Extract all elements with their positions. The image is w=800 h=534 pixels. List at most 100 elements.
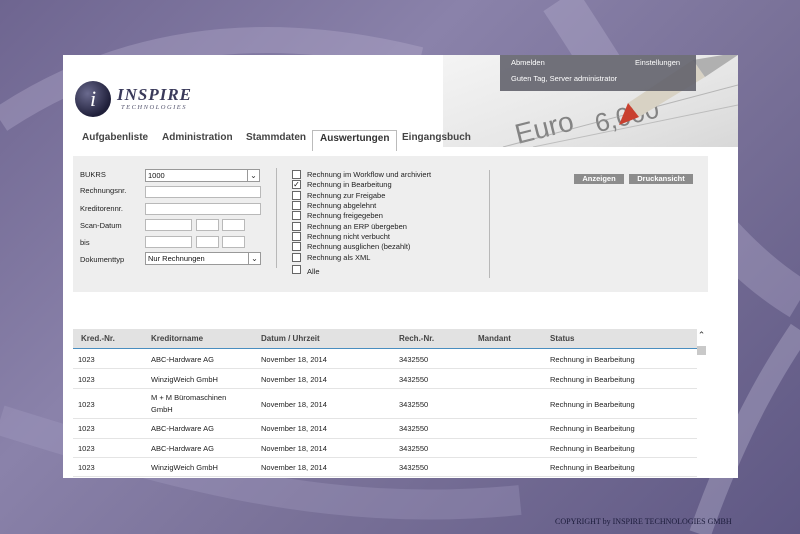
filter-panel: BUKRS 1000 ⌄ Rechnungsnr. Kreditorennr. … xyxy=(73,156,708,292)
chevron-down-icon: ⌄ xyxy=(247,170,259,181)
druckansicht-button[interactable]: Druckansicht xyxy=(629,174,693,184)
logo-mark-icon: i xyxy=(75,81,111,117)
bis-year-input[interactable] xyxy=(222,236,245,248)
logo-name: INSPIRE xyxy=(117,85,193,104)
cell-status: Rechnung in Bearbeitung xyxy=(550,463,635,472)
tab-aufgabenliste[interactable]: Aufgabenliste xyxy=(75,130,155,150)
dokumenttyp-value: Nur Rechnungen xyxy=(148,254,205,263)
table-row[interactable]: 1023 ABC-Hardware AG November 18, 2014 3… xyxy=(73,419,697,439)
cell-kreditorname: ABC-Hardware AG xyxy=(151,444,214,453)
greeting-text: Guten Tag, Server administrator xyxy=(511,74,618,83)
bukrs-select[interactable]: 1000 ⌄ xyxy=(145,169,260,182)
checkbox[interactable] xyxy=(292,211,301,220)
table-scrollbar[interactable]: ⌃ xyxy=(696,329,707,478)
scan-datum-label: Scan-Datum xyxy=(80,221,122,230)
checkbox[interactable] xyxy=(292,222,301,231)
checkbox[interactable] xyxy=(292,201,301,210)
table-row[interactable]: 1023 WinzigWeich GmbH November 18, 2014 … xyxy=(73,458,697,477)
checkbox[interactable] xyxy=(292,265,301,274)
checkbox[interactable] xyxy=(292,170,301,179)
column-header-status[interactable]: Status xyxy=(550,334,574,343)
cell-datum: November 18, 2014 xyxy=(261,444,327,453)
cell-datum: November 18, 2014 xyxy=(261,400,327,409)
rechnungsnr-input[interactable] xyxy=(145,186,261,198)
checkbox[interactable] xyxy=(292,242,301,251)
dokumenttyp-select[interactable]: Nur Rechnungen ⌄ xyxy=(145,252,261,265)
table-row[interactable]: 1023 ABC-Hardware AG November 18, 2014 3… xyxy=(73,439,697,458)
scrollbar-thumb[interactable] xyxy=(697,346,706,355)
cell-status: Rechnung in Bearbeitung xyxy=(550,355,635,364)
app-window: Euro 6,000 i INSPIRE TECHNOLOGIES Abmeld… xyxy=(63,55,738,478)
cell-kreditorname: ABC-Hardware AG xyxy=(151,424,214,433)
anzeigen-button[interactable]: Anzeigen xyxy=(574,174,624,184)
cell-rech-nr: 3432550 xyxy=(399,444,429,453)
checkbox[interactable] xyxy=(292,253,301,262)
scan-datum-month-input[interactable] xyxy=(196,219,219,231)
column-header-datum[interactable]: Datum / Uhrzeit xyxy=(261,334,320,343)
checkbox-label: Rechnung im Workflow und archiviert xyxy=(307,170,432,179)
checkbox-label: Rechnung an ERP übergeben xyxy=(307,222,407,231)
kreditorennr-input[interactable] xyxy=(145,203,261,215)
cell-kreditorname: WinzigWeich GmbH xyxy=(151,463,218,472)
checkbox[interactable] xyxy=(292,232,301,241)
bukrs-value: 1000 xyxy=(148,171,165,180)
checkbox-label: Rechnung zur Freigabe xyxy=(307,191,386,200)
column-header-kreditorname[interactable]: Kreditorname xyxy=(151,334,203,343)
bis-day-input[interactable] xyxy=(145,236,192,248)
tab-administration[interactable]: Administration xyxy=(155,130,240,150)
table-row[interactable]: 1023 ABC-Hardware AG November 18, 2014 3… xyxy=(73,350,697,369)
tab-auswertungen[interactable]: Auswertungen xyxy=(312,130,398,151)
cell-status: Rechnung in Bearbeitung xyxy=(550,400,635,409)
photo-glyph-euro: Euro xyxy=(512,105,577,147)
tab-stammdaten[interactable]: Stammdaten xyxy=(239,130,313,150)
checkbox[interactable] xyxy=(292,191,301,200)
cell-kred-nr: 1023 xyxy=(78,424,95,433)
cell-kreditorname: M + M Büromaschinen xyxy=(151,393,227,402)
logo-subtitle: TECHNOLOGIES xyxy=(121,104,188,111)
cell-rech-nr: 3432550 xyxy=(399,463,429,472)
cell-kreditorname: ABC-Hardware AG xyxy=(151,355,214,364)
column-header-mandant[interactable]: Mandant xyxy=(478,334,511,343)
logout-link[interactable]: Abmelden xyxy=(511,58,545,67)
cell-kreditorname: WinzigWeich GmbH xyxy=(151,375,218,384)
column-header-kred-nr[interactable]: Kred.-Nr. xyxy=(81,334,115,343)
cell-kred-nr: 1023 xyxy=(78,375,95,384)
cell-kreditorname-line2: GmbH xyxy=(151,405,173,414)
cell-status: Rechnung in Bearbeitung xyxy=(550,375,635,384)
checkbox-label: Rechnung abgelehnt xyxy=(307,201,377,210)
cell-kred-nr: 1023 xyxy=(78,400,95,409)
cell-datum: November 18, 2014 xyxy=(261,424,327,433)
cell-datum: November 18, 2014 xyxy=(261,463,327,472)
chevron-up-icon[interactable]: ⌃ xyxy=(696,329,707,341)
dokumenttyp-label: Dokumenttyp xyxy=(80,255,125,264)
cell-status: Rechnung in Bearbeitung xyxy=(550,444,635,453)
cell-kred-nr: 1023 xyxy=(78,444,95,453)
cell-kred-nr: 1023 xyxy=(78,355,95,364)
bis-label: bis xyxy=(80,238,90,247)
checkbox-label: Alle xyxy=(307,267,320,276)
cell-rech-nr: 3432550 xyxy=(399,424,429,433)
cell-datum: November 18, 2014 xyxy=(261,375,327,384)
copyright-text: COPYRIGHT by INSPIRE TECHNOLOGIES GMBH xyxy=(555,517,732,526)
checkbox-label: Rechnung ausglichen (bezahlt) xyxy=(307,242,411,251)
settings-link[interactable]: Einstellungen xyxy=(635,58,680,67)
table-row[interactable]: 1023 M + M Büromaschinen GmbH November 1… xyxy=(73,389,697,419)
logo: i INSPIRE TECHNOLOGIES xyxy=(75,81,215,117)
cell-rech-nr: 3432550 xyxy=(399,375,429,384)
bis-month-input[interactable] xyxy=(196,236,219,248)
scan-datum-year-input[interactable] xyxy=(222,219,245,231)
tab-eingangsbuch[interactable]: Eingangsbuch xyxy=(395,130,478,150)
cell-datum: November 18, 2014 xyxy=(261,355,327,364)
user-panel: Abmelden Einstellungen Guten Tag, Server… xyxy=(500,55,696,91)
checkbox-checked[interactable]: ✓ xyxy=(292,180,301,189)
divider xyxy=(489,170,490,278)
cell-rech-nr: 3432550 xyxy=(399,355,429,364)
scan-datum-day-input[interactable] xyxy=(145,219,192,231)
cell-rech-nr: 3432550 xyxy=(399,400,429,409)
column-header-rech-nr[interactable]: Rech.-Nr. xyxy=(399,334,434,343)
table-row[interactable]: 1023 WinzigWeich GmbH November 18, 2014 … xyxy=(73,369,697,389)
checkbox-label: Rechnung als XML xyxy=(307,253,371,262)
cell-status: Rechnung in Bearbeitung xyxy=(550,424,635,433)
chevron-down-icon: ⌄ xyxy=(248,253,260,264)
rechnungsnr-label: Rechnungsnr. xyxy=(80,186,127,195)
